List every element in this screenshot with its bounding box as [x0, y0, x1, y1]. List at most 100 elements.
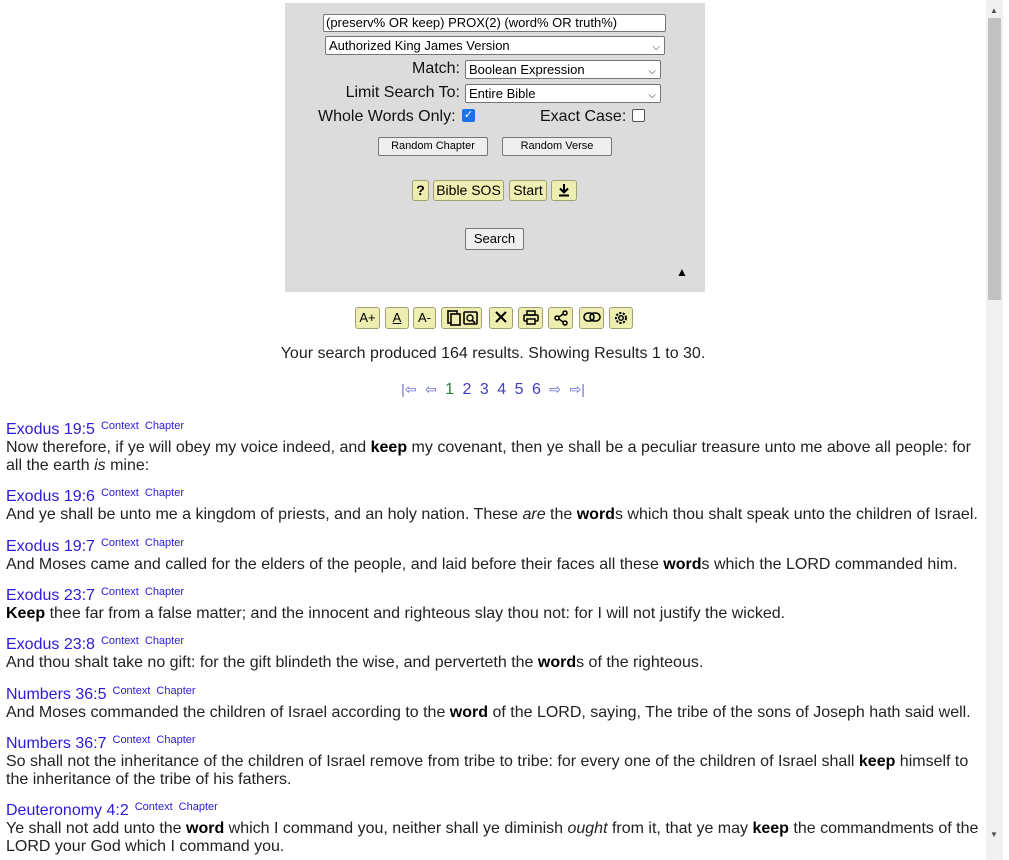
verse-text-part: So shall not the inheritance of the chil…: [6, 753, 859, 770]
scroll-down-icon[interactable]: ▼: [990, 830, 998, 839]
chapter-link[interactable]: Chapter: [145, 537, 184, 549]
limit-select[interactable]: Entire Bible ⌵: [465, 84, 661, 103]
whole-words-checkbox[interactable]: ✓: [462, 109, 475, 122]
close-icon: [495, 311, 507, 323]
highlighted-term: word: [576, 506, 615, 523]
verse-reference-link[interactable]: Exodus 19:7: [6, 538, 95, 555]
limit-select-value: Entire Bible: [469, 86, 536, 101]
context-link[interactable]: Context: [101, 635, 139, 647]
verse-text-part: from it, that ye may: [607, 820, 753, 837]
settings-button[interactable]: [609, 307, 633, 329]
copy-preview-icon: [446, 310, 478, 326]
page-link-2[interactable]: 2: [463, 381, 472, 398]
pagination: |⇦ ⇦ 1 2 3 4 5 6 ⇨ ⇨|: [0, 381, 986, 399]
whole-words-label: Whole Words Only:: [318, 108, 456, 125]
chapter-link[interactable]: Chapter: [179, 801, 218, 813]
decrease-font-button[interactable]: A-: [413, 307, 436, 329]
chapter-link[interactable]: Chapter: [145, 420, 184, 432]
search-button[interactable]: Search: [465, 228, 524, 250]
context-link[interactable]: Context: [135, 801, 173, 813]
share-button[interactable]: [548, 307, 573, 329]
last-page-link[interactable]: ⇨|: [569, 381, 584, 397]
match-select[interactable]: Boolean Expression ⌵: [465, 60, 661, 79]
highlighted-term: keep: [370, 439, 408, 456]
verse-text-part: which I command you, neither shall ye di…: [224, 820, 568, 837]
print-icon: [522, 310, 539, 325]
verse-text-part: is: [94, 457, 106, 474]
verse-reference-link[interactable]: Exodus 19:6: [6, 488, 95, 505]
result-header: Exodus 19:5 Context Chapter: [6, 420, 982, 439]
increase-font-button[interactable]: A+: [355, 307, 380, 329]
verse-text: And Moses came and called for the elders…: [6, 556, 982, 574]
match-select-value: Boolean Expression: [469, 62, 585, 77]
verse-reference-link[interactable]: Exodus 19:5: [6, 421, 95, 438]
verse-text-part: Now therefore, if ye will obey my voice …: [6, 439, 371, 456]
verse-reference-link[interactable]: Numbers 36:5: [6, 686, 107, 703]
download-button[interactable]: [551, 180, 577, 201]
chapter-link[interactable]: Chapter: [145, 635, 184, 647]
verse-text: And Moses commanded the children of Isra…: [6, 704, 982, 722]
verse-text-part: s of the righteous.: [576, 654, 704, 671]
verse-reference-link[interactable]: Deuteronomy 4:2: [6, 802, 129, 819]
scroll-up-icon[interactable]: ▲: [990, 6, 998, 15]
context-link[interactable]: Context: [101, 420, 139, 432]
chapter-link[interactable]: Chapter: [145, 586, 184, 598]
gear-icon: [615, 312, 627, 324]
verse-reference-link[interactable]: Numbers 36:7: [6, 735, 107, 752]
exact-case-checkbox[interactable]: [632, 109, 645, 122]
scrollbar-thumb[interactable]: [988, 18, 1001, 300]
page-link-4[interactable]: 4: [497, 381, 506, 398]
context-link[interactable]: Context: [113, 685, 151, 697]
random-chapter-button[interactable]: Random Chapter: [378, 137, 488, 156]
exact-case-label: Exact Case:: [540, 108, 627, 125]
result-item: Exodus 19:5 Context Chapter Now therefore, …: [6, 420, 982, 475]
verse-text: And ye shall be unto me a kingdom of pri…: [6, 506, 982, 524]
share-icon: [553, 310, 568, 326]
highlighted-term: word: [449, 704, 489, 721]
link-button[interactable]: [579, 307, 604, 329]
search-input[interactable]: (preserv% OR keep) PROX(2) (word% OR tru…: [323, 14, 666, 32]
context-link[interactable]: Context: [101, 537, 139, 549]
chapter-link[interactable]: Chapter: [156, 685, 195, 697]
help-button[interactable]: ?: [412, 180, 429, 201]
page-link-1[interactable]: 1: [445, 381, 454, 398]
chapter-link[interactable]: Chapter: [156, 734, 195, 746]
verse-text: So shall not the inheritance of the chil…: [6, 753, 982, 789]
chapter-link[interactable]: Chapter: [145, 487, 184, 499]
highlighted-term: word: [537, 654, 577, 671]
verse-text-part: Ye shall not add unto the: [6, 820, 186, 837]
copy-preview-button[interactable]: [441, 307, 482, 329]
random-verse-button[interactable]: Random Verse: [502, 137, 612, 156]
context-link[interactable]: Context: [101, 586, 139, 598]
clear-button[interactable]: [489, 307, 513, 329]
bible-sos-button[interactable]: Bible SOS: [433, 180, 504, 201]
verse-text-part: s which thou shalt speak unto the childr…: [614, 506, 978, 523]
page-link-3[interactable]: 3: [480, 381, 489, 398]
chevron-down-icon: ⌵: [648, 90, 656, 101]
print-button[interactable]: [518, 307, 543, 329]
page-link-6[interactable]: 6: [532, 381, 541, 398]
version-select[interactable]: Authorized King James Version ⌵: [325, 36, 665, 55]
verse-reference-link[interactable]: Exodus 23:7: [6, 587, 95, 604]
result-header: Numbers 36:7 Context Chapter: [6, 734, 982, 753]
verse-text-part: And Moses came and called for the elders…: [6, 556, 664, 573]
start-button[interactable]: Start: [509, 180, 547, 201]
context-link[interactable]: Context: [113, 734, 151, 746]
match-label: Match:: [411, 60, 460, 77]
verse-text-part: And thou shalt take no gift: for the gif…: [6, 654, 538, 671]
verse-reference-link[interactable]: Exodus 23:8: [6, 636, 95, 653]
results-summary: Your search produced 164 results. Showin…: [280, 345, 706, 362]
result-item: Exodus 19:6 Context Chapter And ye shall be…: [6, 487, 982, 524]
next-page-link[interactable]: ⇨: [549, 381, 561, 397]
result-header: Exodus 23:7 Context Chapter: [6, 586, 982, 605]
collapse-panel-icon[interactable]: ▲: [676, 265, 688, 279]
verse-text-part: mine:: [105, 457, 150, 474]
underline-button[interactable]: A: [385, 307, 409, 329]
scrollbar[interactable]: ▲ ▼: [986, 0, 1003, 860]
result-item: Numbers 36:5 Context Chapter And Moses comm…: [6, 685, 982, 722]
first-page-link[interactable]: |⇦: [401, 381, 416, 397]
highlighted-term: keep: [752, 820, 789, 837]
page-link-5[interactable]: 5: [515, 381, 524, 398]
prev-page-link[interactable]: ⇦: [425, 381, 437, 397]
context-link[interactable]: Context: [101, 487, 139, 499]
